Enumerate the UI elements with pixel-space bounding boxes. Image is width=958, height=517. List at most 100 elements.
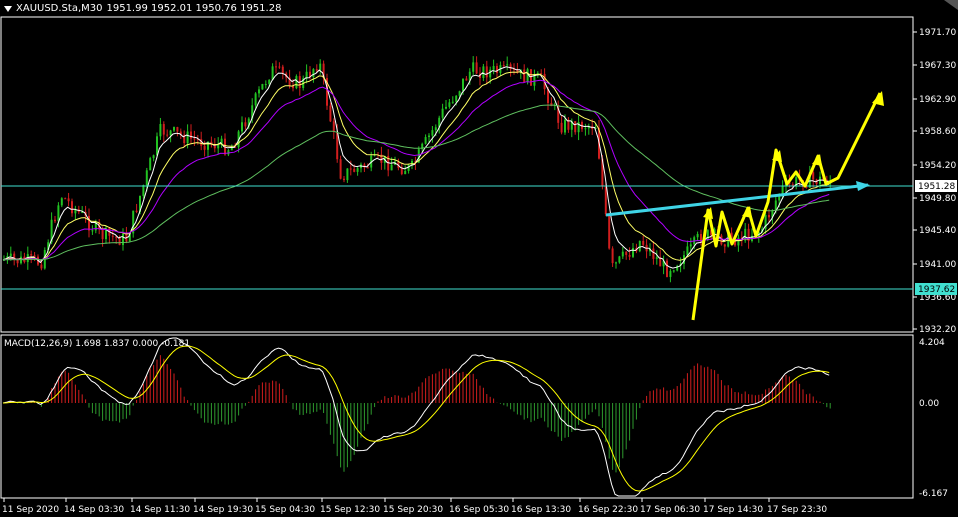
price-chart[interactable]: 1971.70 1967.30 1962.90 1958.60 1954.20 1949.… xyxy=(0,0,958,517)
time-tick-label: 15 Sep 04:30 xyxy=(255,505,315,515)
macd-tick-label: 4.204 xyxy=(919,338,945,348)
time-tick-label: 17 Sep 14:30 xyxy=(703,505,763,515)
macd-axis: 4.204 0.00 -6.167 xyxy=(919,338,948,499)
candle-body xyxy=(523,69,526,83)
candle-body xyxy=(451,101,454,103)
candle-body xyxy=(611,248,614,264)
candle-body xyxy=(356,168,359,172)
price-tick-label: 1958.60 xyxy=(919,127,956,137)
candle-body xyxy=(774,200,777,211)
candle-body xyxy=(275,66,277,68)
price-tick-label: 1954.20 xyxy=(919,161,956,171)
candle-body xyxy=(349,168,352,170)
candle-body xyxy=(686,246,689,256)
candle-body xyxy=(312,69,315,78)
macd-signal-line xyxy=(2,345,830,492)
candle-body xyxy=(428,135,430,138)
time-tick-label: 11 Sep 2020 xyxy=(2,505,59,515)
candle-body xyxy=(632,248,634,257)
price-tick-label: 1949.80 xyxy=(919,194,956,204)
candle-body xyxy=(101,228,104,240)
price-tick-label: 1971.70 xyxy=(919,28,956,38)
candle-body xyxy=(424,137,427,144)
candle-body xyxy=(295,76,298,89)
candle-body xyxy=(584,128,587,130)
ohlc-values: 1951.99 1952.01 1950.76 1951.28 xyxy=(106,3,282,14)
macd-histogram xyxy=(6,355,831,473)
candle-body xyxy=(465,78,468,81)
candlesticks xyxy=(3,56,832,283)
scroll-corner-icon[interactable] xyxy=(944,0,958,10)
candle-body xyxy=(33,255,36,257)
candle-body xyxy=(122,233,124,246)
time-tick-label: 16 Sep 05:30 xyxy=(449,505,509,515)
time-tick-label: 14 Sep 11:30 xyxy=(130,505,190,515)
price-tick-label: 1941.00 xyxy=(919,260,956,270)
main-panel-frame xyxy=(0,16,914,333)
candle-body xyxy=(57,205,60,222)
candle-body xyxy=(9,253,12,257)
macd-panel-frame xyxy=(0,334,914,499)
candle-body xyxy=(506,64,509,66)
candle-body xyxy=(329,105,332,122)
candle-body xyxy=(638,240,641,252)
candle-body xyxy=(258,89,260,94)
candle-body xyxy=(475,62,478,74)
candle-body xyxy=(332,121,335,132)
candle-body xyxy=(315,69,318,71)
candle-body xyxy=(71,201,73,214)
candle-body xyxy=(159,124,162,137)
candle-body xyxy=(173,127,175,131)
macd-line xyxy=(2,337,830,497)
candle-body xyxy=(264,84,267,86)
candle-body xyxy=(186,131,189,144)
candle-body xyxy=(346,168,349,181)
candle-body xyxy=(696,234,699,238)
candle-body xyxy=(618,256,621,263)
candle-body xyxy=(156,136,158,156)
candle-body xyxy=(241,122,243,132)
candle-body xyxy=(111,235,114,237)
candle-body xyxy=(666,260,668,277)
chart-header: XAUUSD.Sta,M30 1951.99 1952.01 1950.76 1… xyxy=(4,3,281,14)
candle-body xyxy=(472,62,475,72)
candle-body xyxy=(203,145,206,150)
price-tick-label: 1962.90 xyxy=(919,95,956,105)
candle-body xyxy=(489,69,492,78)
candle-body xyxy=(400,167,403,175)
candle-body xyxy=(625,251,628,255)
candle-body xyxy=(176,127,179,132)
candle-body xyxy=(166,134,169,136)
time-tick-label: 15 Sep 12:30 xyxy=(320,505,380,515)
dropdown-triangle-icon[interactable] xyxy=(4,5,12,12)
candle-body xyxy=(339,159,342,179)
time-tick-label: 17 Sep 06:30 xyxy=(640,505,700,515)
candle-body xyxy=(40,264,43,269)
candle-body xyxy=(482,66,485,78)
candle-body xyxy=(560,122,563,133)
candle-body xyxy=(142,185,145,196)
candle-body xyxy=(135,210,138,212)
candle-body xyxy=(190,131,192,139)
candle-body xyxy=(319,63,322,71)
candle-body xyxy=(621,251,624,257)
candle-body xyxy=(278,66,281,68)
candle-body xyxy=(261,84,264,90)
time-tick-label: 17 Sep 23:30 xyxy=(767,505,827,515)
candle-body xyxy=(689,244,692,247)
candle-body xyxy=(30,254,33,256)
candle-body xyxy=(152,155,155,159)
candle-body xyxy=(604,186,607,215)
candle-body xyxy=(812,172,815,180)
candle-body xyxy=(455,95,458,102)
candle-body xyxy=(67,198,70,202)
time-tick-label: 15 Sep 20:30 xyxy=(383,505,443,515)
candle-body xyxy=(530,69,532,86)
candle-body xyxy=(145,170,148,186)
time-tick-label: 16 Sep 13:30 xyxy=(511,505,571,515)
candle-body xyxy=(149,158,152,171)
candle-body xyxy=(526,69,529,83)
symbol-label: XAUUSD.Sta,M30 xyxy=(16,3,103,14)
macd-tick-label: -6.167 xyxy=(919,489,948,499)
time-axis: 11 Sep 2020 14 Sep 03:30 14 Sep 11:30 14 Se… xyxy=(2,498,827,515)
